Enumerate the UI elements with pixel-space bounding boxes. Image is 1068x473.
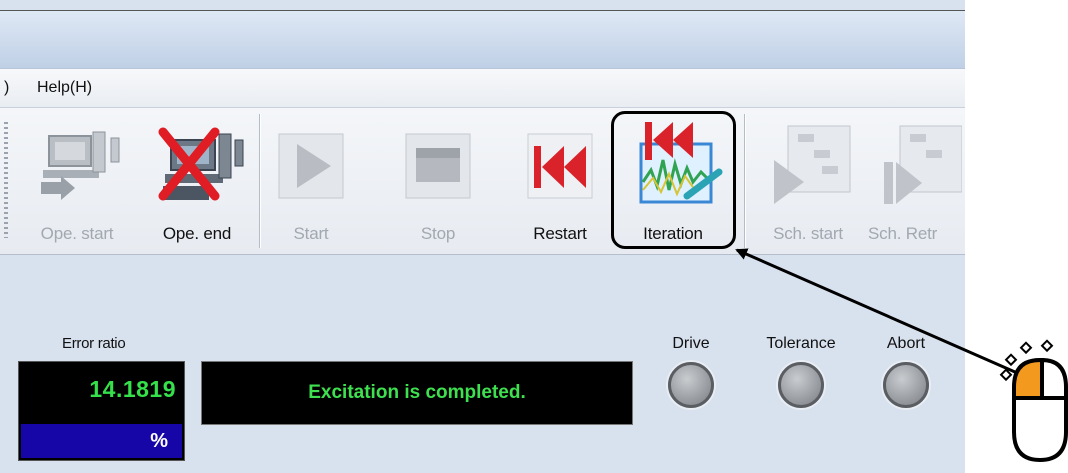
tolerance-indicator-label: Tolerance: [766, 335, 836, 352]
schedule-retry-icon: [862, 120, 965, 210]
abort-indicator: Abort: [871, 335, 941, 408]
toolbar: Ope. start Ope. end Start Stop Restart I…: [0, 108, 965, 255]
computer-disconnect-icon: [138, 120, 256, 210]
ope-start-button[interactable]: Ope. start: [18, 116, 136, 248]
tolerance-lamp-icon: [778, 362, 824, 408]
error-ratio-label: Error ratio: [62, 335, 126, 352]
menu-item-help[interactable]: Help(H): [37, 79, 92, 97]
ope-start-label: Ope. start: [40, 224, 114, 243]
menu-item-partial[interactable]: ): [4, 79, 9, 97]
restart-label: Restart: [533, 224, 587, 243]
computer-connect-icon: [18, 120, 136, 210]
stop-button[interactable]: Stop: [390, 116, 486, 248]
title-bar: [0, 11, 965, 69]
schedule-start-label: Sch. start: [773, 224, 843, 243]
tolerance-indicator: Tolerance: [749, 335, 853, 408]
status-message-display: Excitation is completed.: [201, 361, 633, 425]
error-ratio-value: 14.1819: [89, 376, 176, 402]
schedule-start-button[interactable]: Sch. start: [754, 116, 862, 248]
toolbar-grip[interactable]: [4, 122, 8, 238]
start-label: Start: [293, 224, 329, 243]
rewind-icon: [514, 120, 606, 210]
restart-button[interactable]: Restart: [514, 116, 606, 248]
stop-icon: [390, 120, 486, 210]
schedule-retry-button[interactable]: Sch. Retr: [862, 116, 965, 248]
schedule-retry-label: Sch. Retr: [868, 224, 938, 243]
play-icon: [268, 120, 354, 210]
iteration-highlight-frame: [611, 111, 736, 249]
abort-indicator-label: Abort: [886, 335, 926, 352]
menu-bar: ) Help(H): [0, 69, 965, 108]
toolbar-separator: [259, 114, 260, 248]
error-ratio-unit: %: [150, 430, 168, 452]
application-window: ) Help(H) Ope. start Ope. end Start Stop…: [0, 0, 965, 473]
stop-label: Stop: [420, 224, 456, 243]
status-message: Excitation is completed.: [308, 382, 526, 403]
status-panel: Error ratio 14.1819 % Excitation is comp…: [0, 255, 965, 473]
ope-end-label: Ope. end: [162, 224, 232, 243]
abort-lamp-icon: [883, 362, 929, 408]
drive-lamp-icon: [668, 362, 714, 408]
schedule-start-icon: [754, 120, 862, 210]
mouse-left-click-icon: [999, 339, 1068, 463]
start-button[interactable]: Start: [268, 116, 354, 248]
ope-end-button[interactable]: Ope. end: [138, 116, 256, 248]
drive-indicator: Drive: [656, 335, 726, 408]
toolbar-separator: [744, 114, 745, 248]
error-ratio-display: 14.1819 %: [18, 361, 185, 461]
error-ratio-unit-band: %: [21, 424, 182, 458]
drive-indicator-label: Drive: [672, 335, 710, 352]
